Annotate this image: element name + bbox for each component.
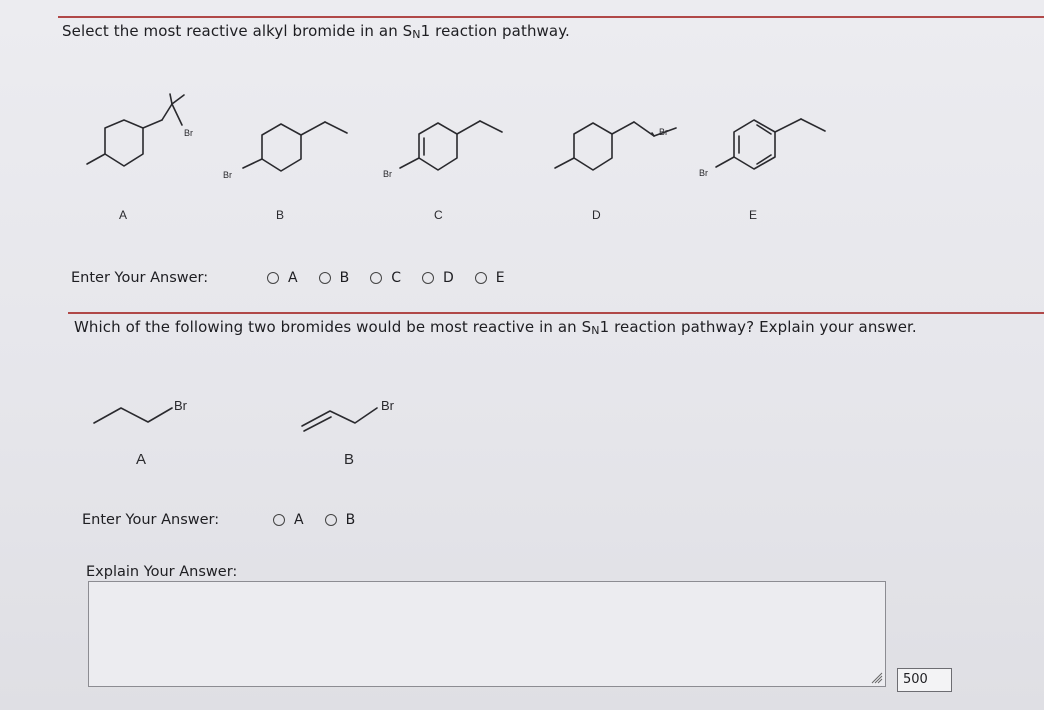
molecule-2b-structure (301, 407, 378, 432)
question-2-answer-label: Enter Your Answer: (82, 512, 220, 528)
explain-text (89, 582, 885, 594)
radio-circle[interactable] (324, 514, 337, 526)
molecule-2a-label: A (136, 451, 147, 468)
resize-grip-icon[interactable] (869, 670, 883, 684)
explain-label: Explain Your Answer: (86, 564, 238, 580)
q2-option-a[interactable]: A (273, 512, 304, 528)
character-counter: 500 (897, 668, 952, 692)
explain-textarea[interactable] (88, 581, 886, 687)
q2-option-b[interactable]: B (324, 512, 355, 528)
molecule-2a-structure (93, 407, 173, 424)
molecule-2b-label: B (344, 451, 355, 468)
question-2-options: A B (273, 512, 376, 528)
molecule-2a-bromine: Br (174, 398, 187, 413)
radio-circle[interactable] (273, 514, 285, 526)
molecule-2b-bromine: Br (381, 398, 394, 413)
